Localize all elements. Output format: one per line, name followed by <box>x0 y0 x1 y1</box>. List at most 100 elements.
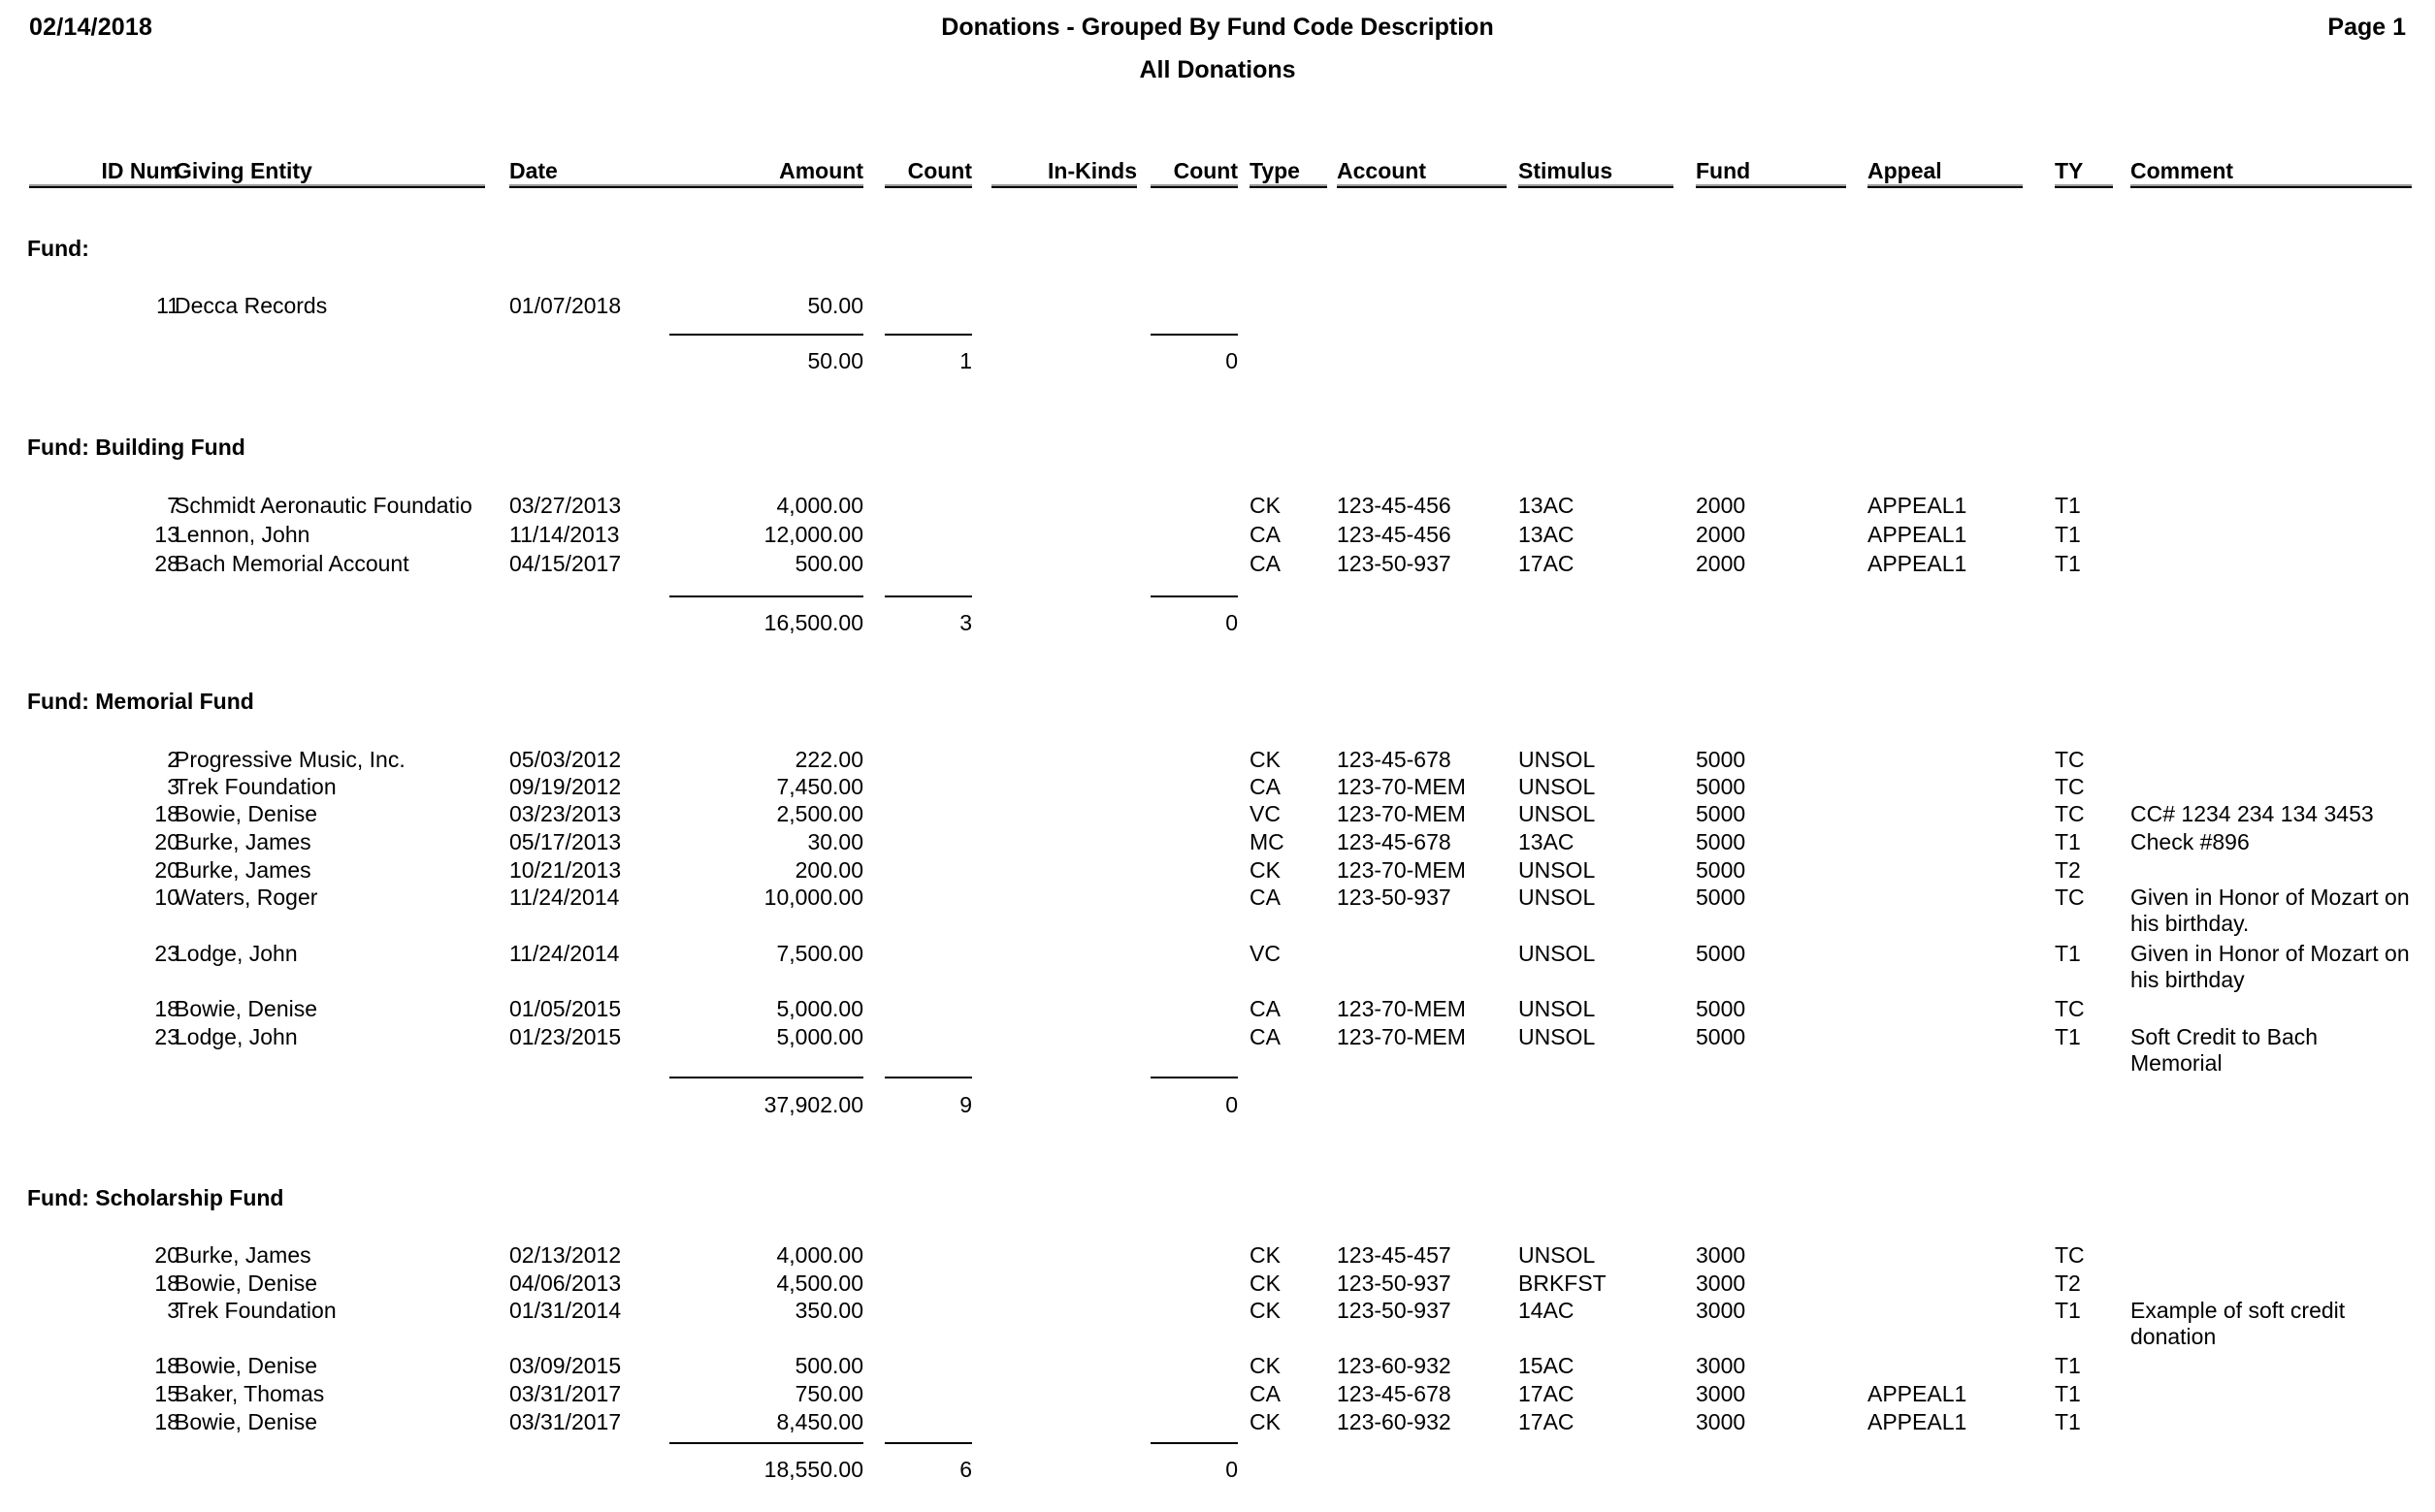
cell-account: 123-45-456 <box>1337 522 1451 547</box>
cell-date: 01/23/2015 <box>509 1024 622 1049</box>
cell-type: MC <box>1250 829 1284 854</box>
column-rule-count2 <box>1151 184 1238 188</box>
cell-ty: T1 <box>2055 941 2081 966</box>
cell-fund: 3000 <box>1696 1242 1746 1268</box>
cell-appeal: APPEAL1 <box>1867 493 1967 518</box>
cell-amount: 500.00 <box>795 1353 863 1378</box>
cell-type: CA <box>1250 551 1281 576</box>
cell-amount: 10,000.00 <box>763 885 863 910</box>
cell-entity: Trek Foundation <box>175 774 337 799</box>
cell-type: CK <box>1250 1409 1281 1434</box>
cell-id_num: 20 <box>154 829 179 854</box>
cell-entity: Lodge, John <box>175 1024 298 1049</box>
column-header-amount: Amount <box>779 158 863 183</box>
cell-id_num: 18 <box>154 801 179 826</box>
cell-amount: 5,000.00 <box>776 996 863 1021</box>
report-page: 02/14/2018 Donations - Grouped By Fund C… <box>0 0 2435 1512</box>
cell-type: CA <box>1250 1024 1281 1049</box>
column-rule-fund <box>1696 184 1846 188</box>
subtotal-rule-count1 <box>885 334 972 336</box>
column-rule-account <box>1337 184 1507 188</box>
cell-amount: 4,000.00 <box>776 493 863 518</box>
cell-ty: T1 <box>2055 1298 2081 1323</box>
cell-ty: T1 <box>2055 1024 2081 1049</box>
cell-ty: T1 <box>2055 551 2081 576</box>
subtotal-count1: 1 <box>959 348 972 373</box>
cell-entity: Progressive Music, Inc. <box>175 747 406 772</box>
cell-amount: 222.00 <box>795 747 863 772</box>
subtotal-rule-count2 <box>1151 334 1238 336</box>
cell-ty: T2 <box>2055 857 2081 883</box>
cell-comment: Given in Honor of Mozart on his birthday… <box>2130 885 2410 936</box>
cell-ty: T2 <box>2055 1271 2081 1296</box>
cell-type: CA <box>1250 774 1281 799</box>
fund-group-label: Fund: Scholarship Fund <box>27 1185 284 1210</box>
cell-type: CA <box>1250 996 1281 1021</box>
cell-ty: TC <box>2055 747 2085 772</box>
cell-date: 11/14/2013 <box>509 522 620 547</box>
page-number: Page 1 <box>2327 14 2406 41</box>
report-title: Donations - Grouped By Fund Code Descrip… <box>941 14 1494 41</box>
cell-account: 123-45-457 <box>1337 1242 1451 1268</box>
column-rule-stimulus <box>1518 184 1673 188</box>
cell-entity: Bowie, Denise <box>175 1409 318 1434</box>
cell-comment: Check #896 <box>2130 829 2250 854</box>
column-rule-type <box>1250 184 1327 188</box>
subtotal-rule-amount <box>669 1442 863 1444</box>
cell-id_num: 11 <box>156 293 179 318</box>
subtotal-rule-count2 <box>1151 1442 1238 1444</box>
cell-type: CK <box>1250 1242 1281 1268</box>
cell-id_num: 15 <box>154 1381 179 1406</box>
cell-amount: 30.00 <box>807 829 863 854</box>
cell-type: VC <box>1250 941 1281 966</box>
subtotal-amount: 18,550.00 <box>763 1457 863 1482</box>
column-header-count1: Count <box>907 158 972 183</box>
cell-ty: TC <box>2055 996 2085 1021</box>
cell-stimulus: UNSOL <box>1518 747 1596 772</box>
cell-date: 01/05/2015 <box>509 996 622 1021</box>
cell-id_num: 28 <box>154 551 179 576</box>
cell-account: 123-70-MEM <box>1337 1024 1466 1049</box>
cell-stimulus: UNSOL <box>1518 996 1596 1021</box>
cell-ty: T1 <box>2055 522 2081 547</box>
cell-amount: 8,450.00 <box>776 1409 863 1434</box>
cell-id_num: 3 <box>167 774 179 799</box>
cell-entity: Bowie, Denise <box>175 1353 318 1378</box>
column-rule-appeal <box>1867 184 2023 188</box>
subtotal-rule-count2 <box>1151 595 1238 597</box>
cell-entity: Bowie, Denise <box>175 1271 318 1296</box>
cell-stimulus: 14AC <box>1518 1298 1575 1323</box>
cell-appeal: APPEAL1 <box>1867 551 1967 576</box>
column-header-stimulus: Stimulus <box>1518 158 1613 183</box>
cell-fund: 5000 <box>1696 885 1746 910</box>
column-header-ty: TY <box>2055 158 2084 183</box>
cell-stimulus: UNSOL <box>1518 857 1596 883</box>
column-rule-date <box>509 184 679 188</box>
subtotal-rule-count1 <box>885 595 972 597</box>
cell-fund: 3000 <box>1696 1409 1746 1434</box>
cell-ty: T1 <box>2055 1353 2081 1378</box>
cell-account: 123-50-937 <box>1337 551 1451 576</box>
cell-account: 123-50-937 <box>1337 885 1451 910</box>
cell-stimulus: UNSOL <box>1518 801 1596 826</box>
cell-fund: 2000 <box>1696 551 1746 576</box>
cell-date: 02/13/2012 <box>509 1242 622 1268</box>
column-header-account: Account <box>1337 158 1426 183</box>
cell-entity: Waters, Roger <box>175 885 318 910</box>
subtotal-count2: 0 <box>1225 610 1238 635</box>
column-rule-id_num <box>29 184 179 188</box>
cell-type: CA <box>1250 885 1281 910</box>
column-rule-entity <box>175 184 485 188</box>
cell-id_num: 23 <box>154 941 179 966</box>
cell-account: 123-60-932 <box>1337 1409 1451 1434</box>
cell-stimulus: BRKFST <box>1518 1271 1607 1296</box>
subtotal-amount: 16,500.00 <box>763 610 863 635</box>
cell-entity: Decca Records <box>175 293 328 318</box>
cell-type: VC <box>1250 801 1281 826</box>
cell-account: 123-70-MEM <box>1337 774 1466 799</box>
cell-id_num: 23 <box>154 1024 179 1049</box>
fund-group-label: Fund: <box>27 236 89 261</box>
cell-amount: 7,450.00 <box>776 774 863 799</box>
cell-entity: Bach Memorial Account <box>175 551 409 576</box>
cell-entity: Lennon, John <box>175 522 310 547</box>
